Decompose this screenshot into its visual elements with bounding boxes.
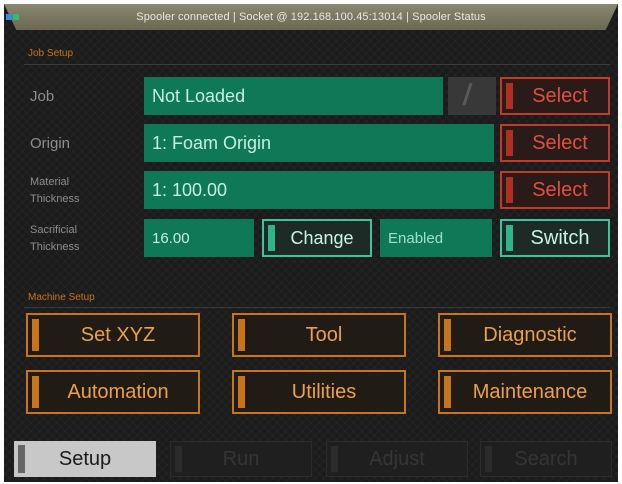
button-indicator [444,376,451,408]
tab-adjust[interactable]: Adjust [326,441,468,477]
app-screen: Spooler connected | Socket @ 192.168.100… [4,4,618,482]
status-text: Spooler connected | Socket @ 192.168.100… [136,11,486,23]
material-label-line2: Thickness [30,193,80,205]
utilities-button[interactable]: Utilities [232,370,406,414]
sacrificial-thickness-field[interactable]: 16.00 [144,219,254,257]
sacrificial-change-button[interactable]: Change [262,219,372,257]
sacrificial-label-line1: Sacrificial [30,224,78,236]
button-indicator [32,376,39,408]
edit-icon [462,83,473,105]
material-label-line1: Material [30,176,70,188]
tab-indicator [485,446,492,472]
material-thickness-label: Material Thickness [30,174,80,208]
automation-button[interactable]: Automation [26,370,200,414]
button-indicator [506,83,513,109]
job-setup-divider [24,64,610,65]
tab-setup[interactable]: Setup [14,441,156,477]
set-xyz-label: Set XYZ [80,323,156,346]
button-indicator [506,177,513,203]
button-indicator [506,225,513,251]
tool-label: Tool [305,323,343,346]
maintenance-label: Maintenance [472,380,588,403]
machine-setup-divider [24,307,610,308]
job-label: Job [30,88,55,105]
origin-select-button[interactable]: Select [500,124,610,162]
button-indicator [268,225,275,251]
button-indicator [444,319,451,351]
job-edit-button[interactable] [448,77,496,115]
maintenance-button[interactable]: Maintenance [438,370,612,414]
sacrificial-thickness-label: Sacrificial Thickness [30,222,80,256]
tool-button[interactable]: Tool [232,313,406,357]
button-indicator [238,376,245,408]
material-select-button[interactable]: Select [500,171,610,209]
status-bar: Spooler connected | Socket @ 192.168.100… [4,4,618,30]
tab-indicator [331,446,338,472]
tab-run-label: Run [222,447,260,470]
origin-label: Origin [30,135,71,152]
utilities-label: Utilities [291,380,357,403]
tab-adjust-label: Adjust [369,447,425,470]
tab-run[interactable]: Run [170,441,312,477]
sacrificial-label-line2: Thickness [30,241,80,253]
automation-label: Automation [67,380,169,403]
origin-select-label: Select [532,131,588,154]
set-xyz-button[interactable]: Set XYZ [26,313,200,357]
connection-status-icon [6,14,20,20]
tab-setup-label: Setup [58,447,112,470]
job-setup-title: Job Setup [28,48,74,59]
switch-label: Switch [530,226,590,249]
tab-search[interactable]: Search [480,441,612,477]
led-blue-icon [6,14,12,20]
button-indicator [238,319,245,351]
job-field[interactable]: Not Loaded [144,77,443,115]
sacrificial-switch-button[interactable]: Switch [500,219,610,257]
tab-search-label: Search [514,447,578,470]
job-select-button[interactable]: Select [500,77,610,115]
sacrificial-status: Enabled [380,219,492,257]
button-indicator [506,130,513,156]
led-green-icon [13,14,19,20]
material-select-label: Select [532,178,588,201]
tab-indicator [175,446,182,472]
tab-indicator [18,445,25,473]
diagnostic-label: Diagnostic [483,323,577,346]
job-select-label: Select [532,84,588,107]
machine-setup-title: Machine Setup [28,292,95,303]
material-thickness-field[interactable]: 1: 100.00 [144,171,494,209]
change-label: Change [290,227,354,248]
button-indicator [32,319,39,351]
origin-field[interactable]: 1: Foam Origin [144,124,494,162]
diagnostic-button[interactable]: Diagnostic [438,313,612,357]
